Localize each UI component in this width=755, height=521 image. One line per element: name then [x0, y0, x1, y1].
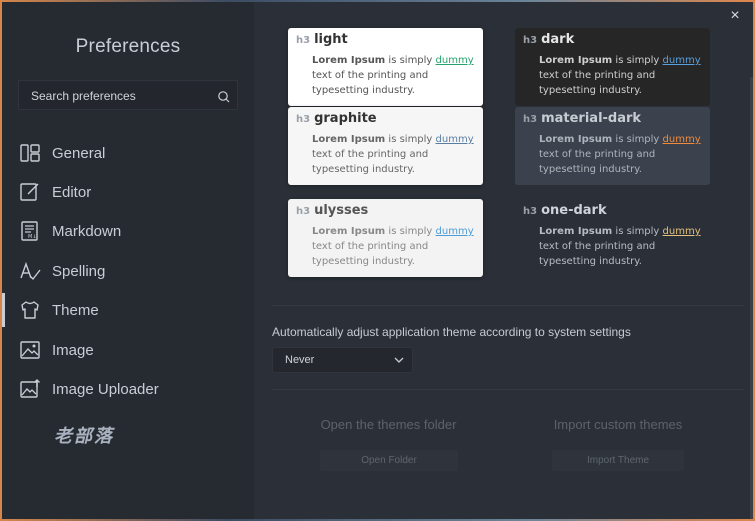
heading-tag: h3: [296, 35, 311, 46]
heading-tag: h3: [523, 114, 538, 125]
svg-text:M↓: M↓: [28, 234, 37, 240]
theme-name: light: [314, 32, 348, 47]
image-uploader-icon: [20, 379, 40, 398]
theme-preview-text: Lorem Ipsum is simply dummy text of the …: [312, 226, 474, 267]
editor-icon: [20, 183, 39, 201]
heading-tag: h3: [296, 114, 311, 125]
chevron-down-icon: [394, 357, 404, 363]
sidebar-item-markdown[interactable]: M↓ Markdown: [2, 214, 254, 248]
divider: [272, 305, 744, 306]
theme-icon: [21, 301, 39, 319]
sidebar-title: Preferences: [75, 36, 181, 57]
heading-tag: h3: [296, 206, 311, 217]
theme-preview-text: Lorem Ipsum is simply dummy text of the …: [312, 134, 474, 175]
heading-tag: h3: [523, 206, 538, 217]
sidebar-item-label: Editor: [52, 183, 92, 201]
open-folder-button[interactable]: Open Folder: [320, 450, 458, 471]
theme-name: dark: [541, 32, 575, 47]
sidebar-item-theme[interactable]: Theme: [2, 293, 254, 327]
theme-preview-text: Lorem Ipsum is simply dummy text of the …: [312, 55, 474, 96]
theme-card-graphite[interactable]: h3 graphite Lorem Ipsum is simply dummy t…: [288, 107, 483, 185]
image-icon: [20, 341, 40, 359]
sidebar-item-image[interactable]: Image: [2, 333, 254, 367]
sidebar-item-editor[interactable]: Editor: [2, 175, 254, 209]
search-icon[interactable]: [217, 90, 230, 103]
close-icon[interactable]: ×: [727, 8, 743, 24]
theme-preview-text: Lorem Ipsum is simply dummy text of the …: [539, 134, 701, 175]
theme-name: material-dark: [541, 111, 642, 126]
theme-preview-text: Lorem Ipsum is simply dummy text of the …: [539, 55, 701, 96]
sidebar-item-image-uploader[interactable]: Image Uploader: [2, 372, 254, 406]
theme-card-one-dark[interactable]: h3 one-dark Lorem Ipsum is simply dummy t…: [515, 199, 710, 277]
theme-name: one-dark: [541, 203, 607, 218]
sidebar-item-label: Markdown: [52, 222, 122, 240]
scrollbar[interactable]: [750, 77, 753, 519]
open-themes-folder-title: Open the themes folder: [320, 417, 457, 432]
watermark-logo: 老部落: [54, 426, 114, 447]
heading-tag: h3: [523, 35, 538, 46]
preferences-window: Preferences General Editor: [2, 2, 753, 519]
import-theme-button[interactable]: Import Theme: [552, 450, 684, 471]
sidebar-item-label: Image: [52, 341, 94, 359]
theme-name: ulysses: [314, 203, 369, 218]
spelling-icon: [20, 261, 41, 281]
sidebar-item-label: Theme: [52, 301, 99, 319]
theme-card-light[interactable]: h3 light Lorem Ipsum is simply dummy text…: [288, 28, 483, 106]
theme-card-dark[interactable]: h3 dark Lorem Ipsum is simply dummy text …: [515, 28, 710, 106]
sidebar-item-label: General: [52, 144, 106, 162]
sidebar: Preferences General Editor: [2, 2, 254, 519]
theme-name: graphite: [314, 111, 377, 126]
theme-preview-text: Lorem Ipsum is simply dummy text of the …: [539, 226, 701, 267]
search-box[interactable]: [18, 80, 238, 110]
auto-theme-label: Automatically adjust application theme a…: [272, 325, 631, 339]
general-icon: [20, 144, 40, 162]
sidebar-item-label: Spelling: [52, 262, 106, 280]
markdown-icon: M↓: [21, 221, 38, 241]
auto-theme-value: Never: [285, 354, 315, 366]
theme-card-ulysses[interactable]: h3 ulysses Lorem Ipsum is simply dummy te…: [288, 199, 483, 277]
divider: [272, 389, 744, 390]
search-input[interactable]: [31, 88, 211, 104]
theme-panel: × h3 light Lorem Ipsum is simply dummy te…: [254, 2, 753, 519]
theme-card-material-dark[interactable]: h3 material-dark Lorem Ipsum is simply du…: [515, 107, 710, 185]
import-themes-title: Import custom themes: [553, 417, 683, 432]
auto-theme-select[interactable]: Never: [272, 347, 413, 373]
sidebar-item-label: Image Uploader: [52, 380, 159, 398]
sidebar-item-spelling[interactable]: Spelling: [2, 254, 254, 288]
sidebar-item-general[interactable]: General: [2, 136, 254, 170]
